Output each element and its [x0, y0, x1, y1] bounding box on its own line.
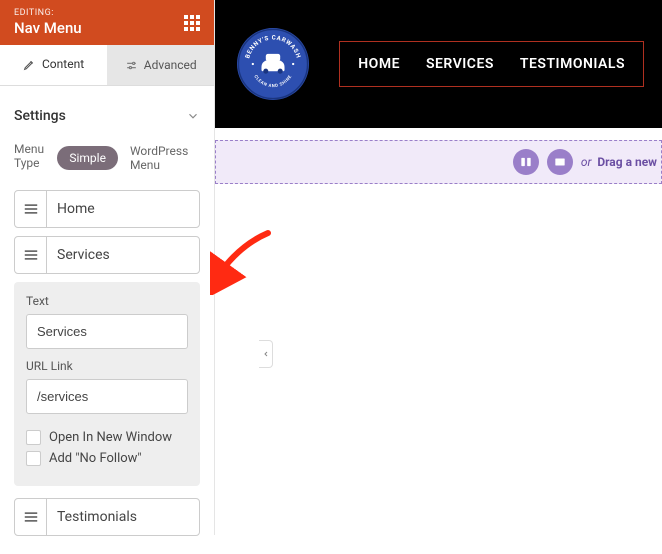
chevron-left-icon	[262, 349, 270, 359]
menu-type-wordpress[interactable]: WordPress Menu	[118, 139, 200, 177]
nav-link-services[interactable]: SERVICES	[426, 56, 494, 72]
tab-advanced-label: Advanced	[144, 58, 197, 72]
open-new-window-option[interactable]: Open In New Window	[26, 430, 188, 445]
menu-item-label: Services	[47, 237, 199, 273]
option-label: Add "No Follow"	[49, 451, 142, 466]
drag-handle-icon[interactable]	[15, 191, 47, 227]
menu-type-simple[interactable]: Simple	[57, 146, 118, 170]
text-input[interactable]	[26, 314, 188, 349]
menu-item-home[interactable]: Home	[14, 190, 200, 228]
panel-tabs: Content Advanced	[0, 45, 214, 86]
editor-panel: EDITING: Nav Menu Content Advanced Setti…	[0, 0, 215, 535]
editing-label: EDITING:	[14, 8, 82, 18]
site-header: BENNY'S CARWASH CLEAN AND SHINE HOME SER…	[215, 0, 662, 128]
menu-item-label: Home	[47, 191, 199, 227]
settings-section-toggle[interactable]: Settings	[14, 100, 200, 138]
url-input[interactable]	[26, 379, 188, 414]
pencil-icon	[23, 58, 36, 71]
option-label: Open In New Window	[49, 430, 172, 445]
nav-link-testimonials[interactable]: TESTIMONIALS	[520, 56, 625, 72]
apps-grid-icon[interactable]	[184, 15, 200, 31]
menu-type-label: Menu Type	[14, 142, 49, 170]
checkbox-icon	[26, 430, 41, 445]
nav-menu: HOME SERVICES TESTIMONIALS	[339, 41, 644, 87]
panel-header: EDITING: Nav Menu	[0, 0, 214, 45]
site-logo[interactable]: BENNY'S CARWASH CLEAN AND SHINE	[237, 28, 309, 100]
drop-hint: or Drag a new	[581, 155, 657, 169]
widget-title: Nav Menu	[14, 19, 82, 37]
drop-zone[interactable]: or Drag a new	[215, 140, 662, 184]
layout-full-icon[interactable]	[547, 149, 573, 175]
settings-heading: Settings	[14, 108, 66, 124]
no-follow-option[interactable]: Add "No Follow"	[26, 451, 188, 466]
sliders-icon	[125, 59, 138, 72]
nav-link-home[interactable]: HOME	[358, 56, 400, 72]
tab-content[interactable]: Content	[0, 45, 107, 85]
drag-handle-icon[interactable]	[15, 499, 47, 535]
chevron-down-icon	[186, 109, 200, 123]
collapse-panel-toggle[interactable]	[259, 340, 273, 368]
menu-item-label: Testimonials	[47, 499, 199, 535]
menu-item-services[interactable]: Services	[14, 236, 200, 274]
menu-item-editor: Text URL Link Open In New Window Add "No…	[14, 282, 200, 486]
tab-content-label: Content	[42, 57, 84, 71]
checkbox-icon	[26, 451, 41, 466]
drag-handle-icon[interactable]	[15, 237, 47, 273]
menu-item-testimonials[interactable]: Testimonials	[14, 498, 200, 536]
url-field-label: URL Link	[26, 359, 188, 373]
layout-columns-icon[interactable]	[513, 149, 539, 175]
preview-pane: BENNY'S CARWASH CLEAN AND SHINE HOME SER…	[215, 0, 662, 535]
tab-advanced[interactable]: Advanced	[107, 45, 214, 85]
text-field-label: Text	[26, 294, 188, 308]
